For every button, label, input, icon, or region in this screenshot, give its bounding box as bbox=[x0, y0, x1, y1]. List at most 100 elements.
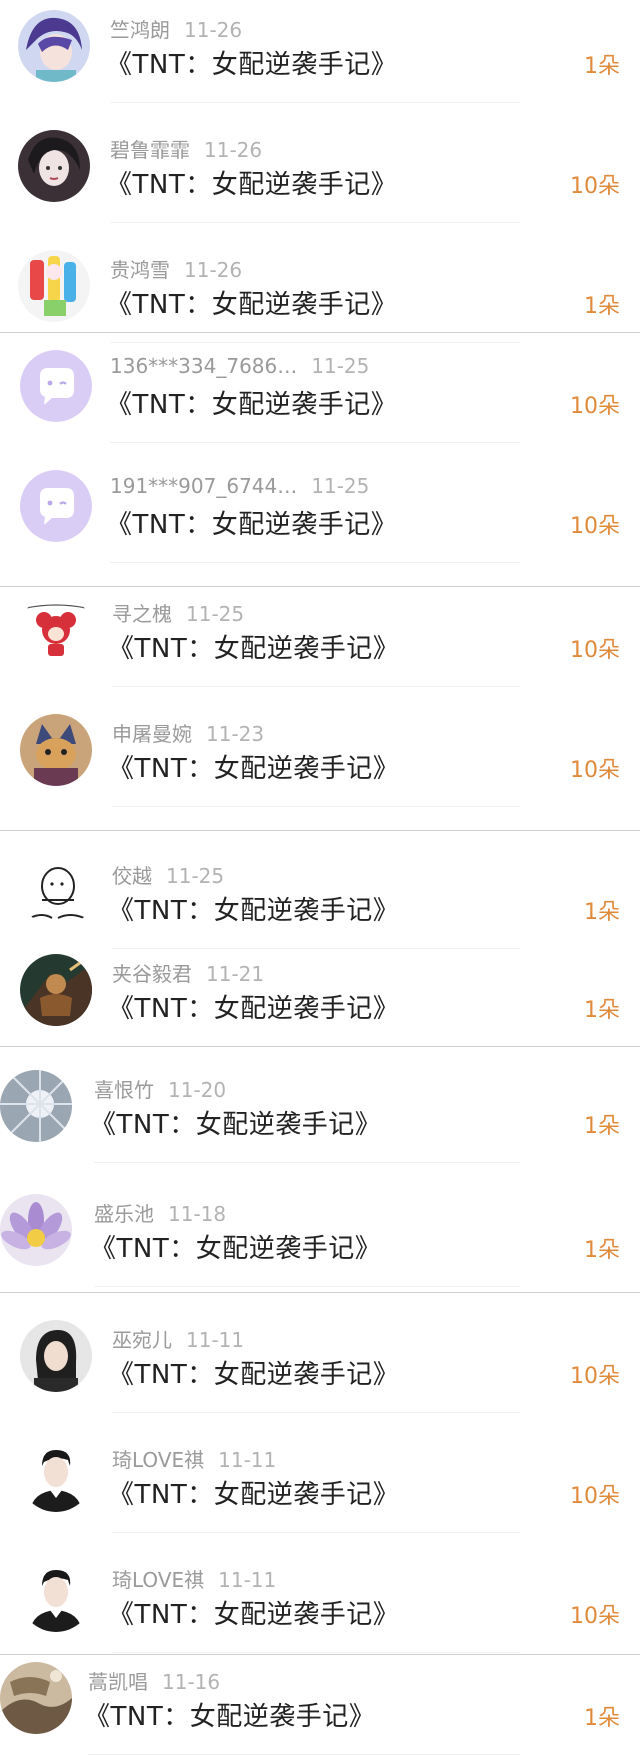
user-name[interactable]: 琦LOVE祺 bbox=[112, 1568, 204, 1592]
user-name[interactable]: 琦LOVE祺 bbox=[112, 1448, 204, 1472]
user-name[interactable]: 竺鸿朗 bbox=[110, 18, 170, 42]
section-divider bbox=[0, 1046, 640, 1047]
row-divider bbox=[112, 1532, 520, 1533]
item-meta: 喜恨竹 11-20 bbox=[94, 1074, 226, 1104]
list-item[interactable]: 巫宛儿 11-11 《TNT：女配逆袭手记》 10朵 bbox=[0, 1314, 640, 1414]
user-name[interactable]: 巫宛儿 bbox=[112, 1328, 172, 1352]
gift-date: 11-11 bbox=[218, 1448, 277, 1472]
book-title[interactable]: 《TNT：女配逆袭手记》 bbox=[108, 890, 399, 927]
avatar[interactable] bbox=[18, 130, 90, 202]
avatar[interactable] bbox=[20, 714, 92, 786]
section-divider bbox=[0, 586, 640, 587]
row-divider bbox=[110, 222, 520, 223]
avatar[interactable] bbox=[0, 1662, 72, 1734]
book-title[interactable]: 《TNT：女配逆袭手记》 bbox=[106, 384, 397, 421]
row-divider bbox=[112, 806, 520, 807]
avatar[interactable] bbox=[0, 1070, 72, 1142]
row-divider bbox=[94, 1162, 520, 1163]
list-item[interactable]: 136***334_7686… 11-25 《TNT：女配逆袭手记》 10朵 bbox=[0, 344, 640, 444]
row-divider bbox=[110, 102, 520, 103]
gift-amount: 10朵 bbox=[570, 394, 620, 419]
row-divider bbox=[94, 1286, 520, 1287]
row-divider bbox=[88, 1754, 520, 1755]
user-name[interactable]: 夹谷毅君 bbox=[112, 962, 192, 986]
avatar[interactable] bbox=[20, 350, 92, 422]
avatar[interactable] bbox=[0, 1194, 72, 1266]
list-item[interactable]: 贵鸿雪 11-26 《TNT：女配逆袭手记》 1朵 bbox=[0, 244, 640, 344]
item-meta: 贵鸿雪 11-26 bbox=[110, 254, 242, 284]
book-title[interactable]: 《TNT：女配逆袭手记》 bbox=[108, 628, 399, 665]
user-name[interactable]: 申屠曼婉 bbox=[112, 722, 192, 746]
item-meta: 竺鸿朗 11-26 bbox=[110, 14, 242, 44]
item-meta: 寻之槐 11-25 bbox=[112, 598, 244, 628]
gift-record-list: 竺鸿朗 11-26 《TNT：女配逆袭手记》 1朵 碧鲁霏霏 11-26 《TNT：女配逆袭… bbox=[0, 0, 640, 1755]
avatar[interactable] bbox=[20, 1440, 92, 1512]
avatar[interactable] bbox=[20, 470, 92, 542]
list-item[interactable]: 寻之槐 11-25 《TNT：女配逆袭手记》 10朵 bbox=[0, 588, 640, 688]
list-item[interactable]: 佼越 11-25 《TNT：女配逆袭手记》 1朵 bbox=[0, 850, 640, 950]
gift-date: 11-26 bbox=[184, 18, 243, 42]
avatar[interactable] bbox=[20, 954, 92, 1026]
user-name[interactable]: 碧鲁霏霏 bbox=[110, 138, 190, 162]
gift-amount: 1朵 bbox=[584, 294, 620, 319]
gift-amount: 10朵 bbox=[570, 1484, 620, 1509]
user-name[interactable]: 191***907_6744… bbox=[110, 474, 297, 498]
gift-date: 11-20 bbox=[168, 1078, 227, 1102]
gift-amount: 1朵 bbox=[584, 54, 620, 79]
avatar[interactable] bbox=[22, 856, 94, 928]
gift-amount: 10朵 bbox=[570, 1604, 620, 1629]
book-title[interactable]: 《TNT：女配逆袭手记》 bbox=[90, 1104, 381, 1141]
section-divider bbox=[0, 830, 640, 831]
item-meta: 136***334_7686… 11-25 bbox=[110, 354, 369, 384]
list-item[interactable]: 琦LOVE祺 11-11 《TNT：女配逆袭手记》 10朵 bbox=[0, 1434, 640, 1534]
item-meta: 碧鲁霏霏 11-26 bbox=[110, 134, 262, 164]
list-item[interactable]: 夹谷毅君 11-21 《TNT：女配逆袭手记》 1朵 bbox=[0, 948, 640, 1048]
book-title[interactable]: 《TNT：女配逆袭手记》 bbox=[106, 164, 397, 201]
user-name[interactable]: 贵鸿雪 bbox=[110, 258, 170, 282]
list-item[interactable]: 蒿凯唱 11-16 《TNT：女配逆袭手记》 1朵 bbox=[0, 1656, 640, 1756]
avatar[interactable] bbox=[20, 594, 92, 666]
user-name[interactable]: 136***334_7686… bbox=[110, 354, 297, 378]
list-item[interactable]: 喜恨竹 11-20 《TNT：女配逆袭手记》 1朵 bbox=[0, 1064, 640, 1164]
book-title[interactable]: 《TNT：女配逆袭手记》 bbox=[106, 504, 397, 541]
list-item[interactable]: 琦LOVE祺 11-11 《TNT：女配逆袭手记》 10朵 bbox=[0, 1554, 640, 1654]
user-name[interactable]: 佼越 bbox=[112, 864, 152, 888]
list-item[interactable]: 竺鸿朗 11-26 《TNT：女配逆袭手记》 1朵 bbox=[0, 4, 640, 104]
book-title[interactable]: 《TNT：女配逆袭手记》 bbox=[108, 748, 399, 785]
user-name[interactable]: 寻之槐 bbox=[112, 602, 172, 626]
item-meta: 夹谷毅君 11-21 bbox=[112, 958, 264, 988]
item-meta: 佼越 11-25 bbox=[112, 860, 224, 890]
list-item[interactable]: 申屠曼婉 11-23 《TNT：女配逆袭手记》 10朵 bbox=[0, 708, 640, 808]
avatar[interactable] bbox=[18, 250, 90, 322]
row-divider bbox=[110, 562, 520, 563]
gift-date: 11-11 bbox=[218, 1568, 277, 1592]
avatar[interactable] bbox=[18, 10, 90, 82]
list-item[interactable]: 191***907_6744… 11-25 《TNT：女配逆袭手记》 10朵 bbox=[0, 464, 640, 564]
item-meta: 蒿凯唱 11-16 bbox=[88, 1666, 220, 1696]
book-title[interactable]: 《TNT：女配逆袭手记》 bbox=[108, 1354, 399, 1391]
list-item[interactable]: 盛乐池 11-18 《TNT：女配逆袭手记》 1朵 bbox=[0, 1188, 640, 1288]
gift-amount: 10朵 bbox=[570, 1364, 620, 1389]
book-title[interactable]: 《TNT：女配逆袭手记》 bbox=[90, 1228, 381, 1265]
book-title[interactable]: 《TNT：女配逆袭手记》 bbox=[106, 44, 397, 81]
gift-date: 11-18 bbox=[168, 1202, 227, 1226]
gift-amount: 1朵 bbox=[584, 1114, 620, 1139]
book-title[interactable]: 《TNT：女配逆袭手记》 bbox=[84, 1696, 375, 1733]
book-title[interactable]: 《TNT：女配逆袭手记》 bbox=[108, 1594, 399, 1631]
book-title[interactable]: 《TNT：女配逆袭手记》 bbox=[108, 988, 399, 1025]
list-item[interactable]: 碧鲁霏霏 11-26 《TNT：女配逆袭手记》 10朵 bbox=[0, 124, 640, 224]
book-title[interactable]: 《TNT：女配逆袭手记》 bbox=[106, 284, 397, 321]
user-name[interactable]: 盛乐池 bbox=[94, 1202, 154, 1226]
avatar[interactable] bbox=[20, 1320, 92, 1392]
book-title[interactable]: 《TNT：女配逆袭手记》 bbox=[108, 1474, 399, 1511]
user-name[interactable]: 喜恨竹 bbox=[94, 1078, 154, 1102]
gift-date: 11-21 bbox=[206, 962, 265, 986]
avatar[interactable] bbox=[20, 1560, 92, 1632]
gift-date: 11-25 bbox=[311, 354, 370, 378]
gift-amount: 1朵 bbox=[584, 998, 620, 1023]
row-divider bbox=[112, 1652, 520, 1653]
user-name[interactable]: 蒿凯唱 bbox=[88, 1670, 148, 1694]
item-meta: 巫宛儿 11-11 bbox=[112, 1324, 244, 1354]
gift-date: 11-26 bbox=[204, 138, 263, 162]
gift-date: 11-11 bbox=[186, 1328, 245, 1352]
